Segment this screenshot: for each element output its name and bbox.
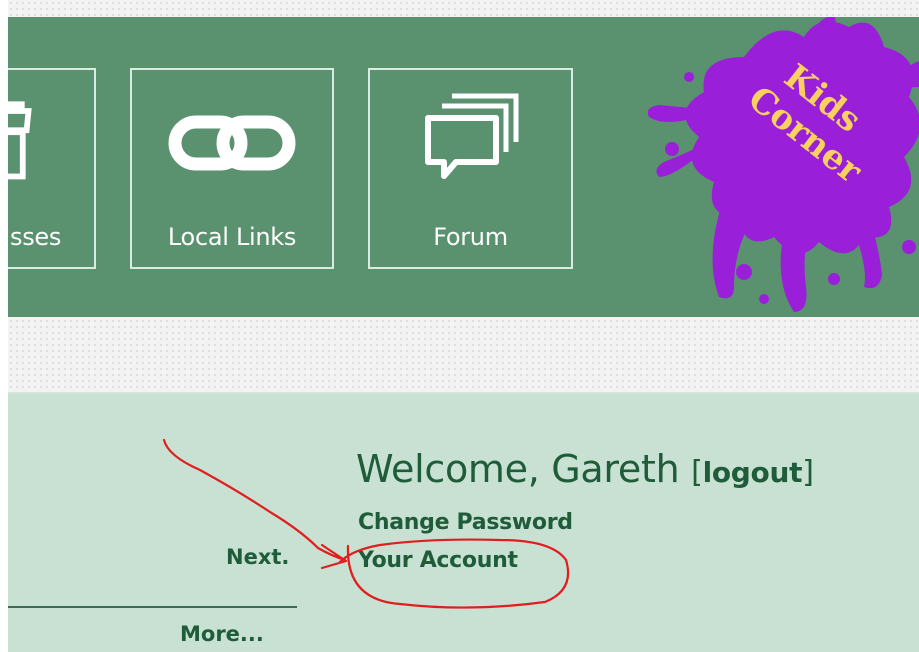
tile-forum-label: Forum [433, 223, 508, 251]
kids-corner-button[interactable]: Kids Corner [634, 17, 919, 317]
tile-local-links[interactable]: Local Links [130, 68, 334, 269]
banner: sses Local Links Forum Kids Corner [8, 17, 919, 317]
change-password-link[interactable]: Change Password [358, 510, 573, 535]
tile-local-links-label: Local Links [167, 223, 297, 251]
shop-icon [8, 92, 94, 182]
chat-bubbles-icon [370, 92, 571, 182]
tile-businesses[interactable]: sses [8, 68, 96, 269]
logout-link[interactable]: logout [703, 456, 803, 489]
link-icon [132, 92, 332, 182]
account-panel: Welcome, Gareth [logout] Change Password… [8, 392, 919, 652]
next-link[interactable]: Next. [226, 545, 289, 569]
welcome-message: Welcome, Gareth [logout] [356, 447, 814, 491]
your-account-link[interactable]: Your Account [358, 548, 518, 573]
more-link[interactable]: More... [180, 622, 264, 646]
bracket-open: [ [691, 455, 703, 490]
paint-splat-icon: Kids Corner [647, 17, 919, 312]
divider [8, 606, 297, 608]
bracket-close: ] [802, 455, 814, 490]
tile-forum[interactable]: Forum [368, 68, 573, 269]
welcome-text: Welcome, Gareth [356, 447, 680, 491]
tile-businesses-label: sses [10, 223, 62, 251]
